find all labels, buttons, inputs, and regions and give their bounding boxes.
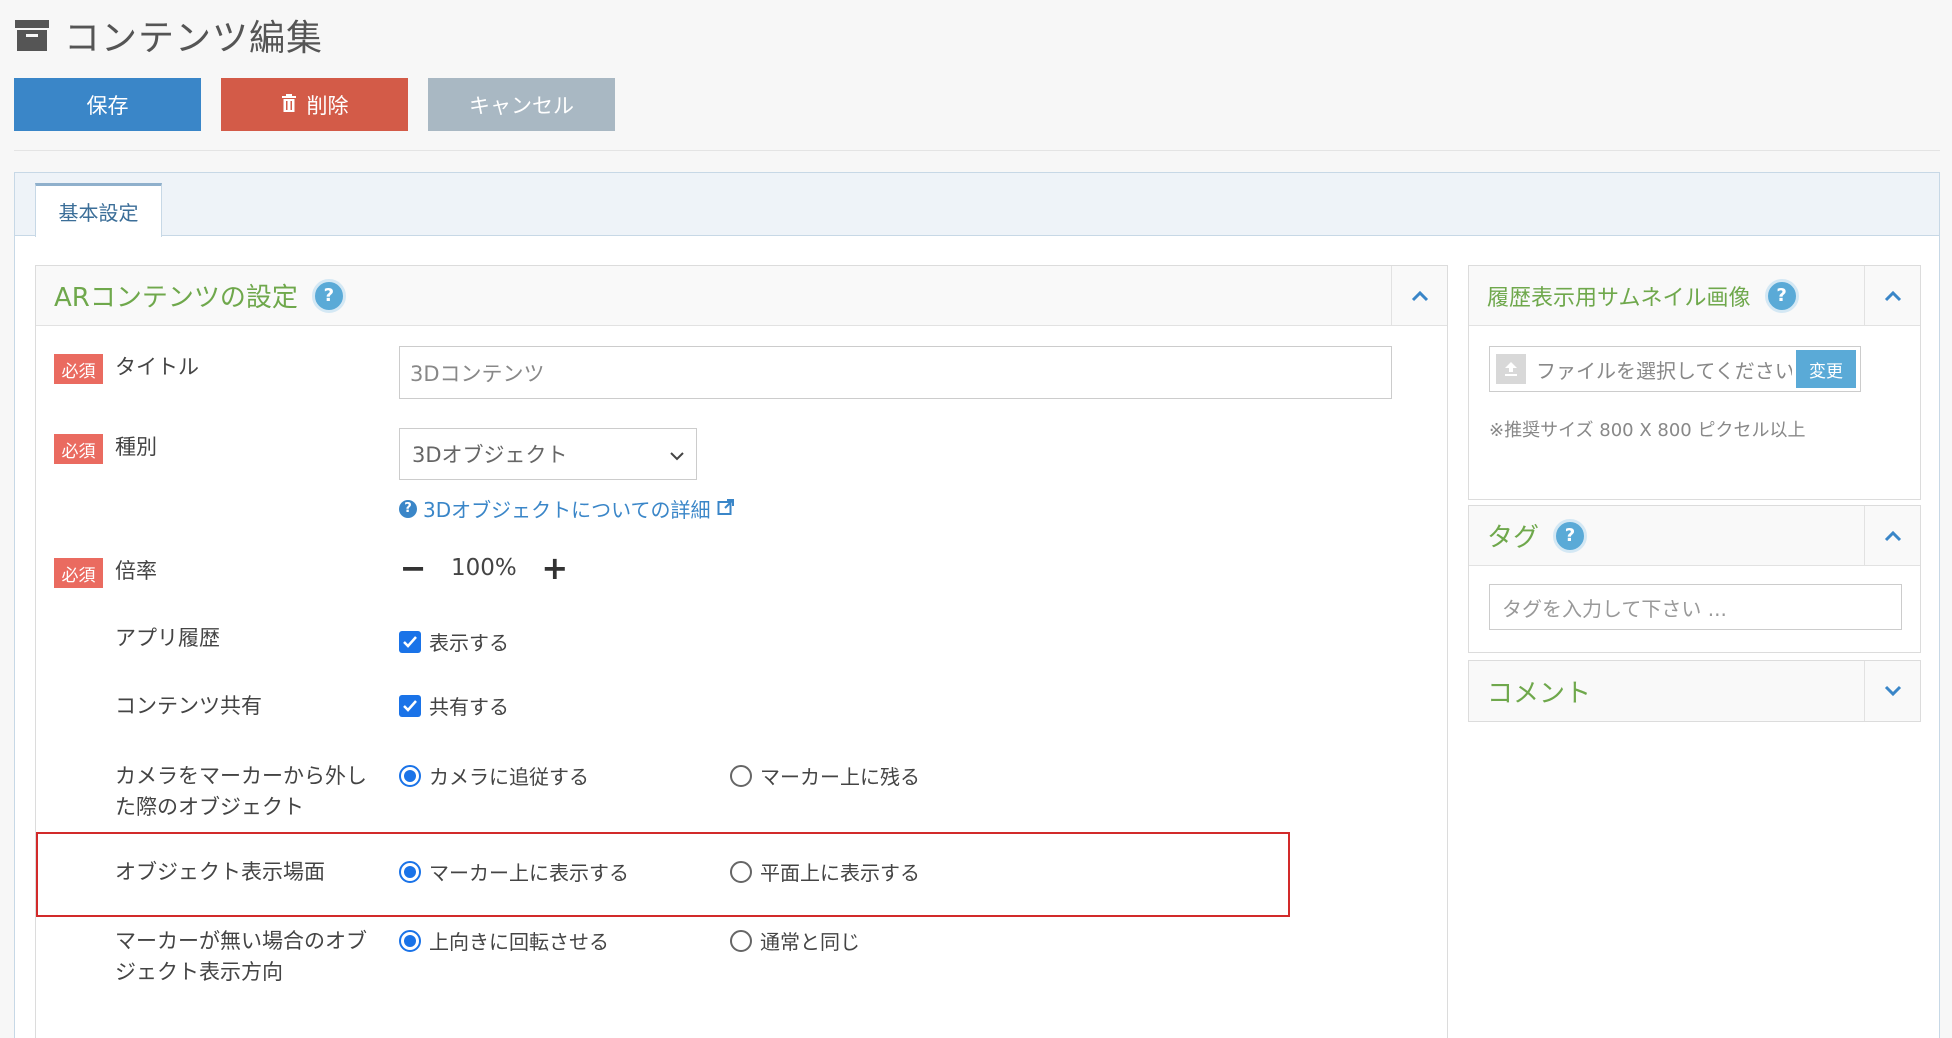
highlight-box bbox=[36, 832, 1290, 917]
tab-strip: 基本設定 bbox=[15, 173, 1939, 237]
tags-panel: タグ ? タグを入力して下さい ... bbox=[1468, 505, 1921, 653]
comment-panel: コメント bbox=[1468, 660, 1921, 722]
expand-button[interactable] bbox=[1864, 661, 1920, 721]
type-select-value: 3Dオブジェクト bbox=[412, 443, 568, 467]
archive-icon bbox=[14, 18, 50, 52]
tab-label: 基本設定 bbox=[58, 201, 139, 225]
type-detail-link[interactable]: ? 3Dオブジェクトについての詳細 bbox=[399, 494, 735, 523]
collapse-button[interactable] bbox=[1391, 266, 1447, 326]
scale-stepper: − 100% + bbox=[399, 552, 569, 584]
app-history-label: アプリ履歴 bbox=[115, 626, 220, 650]
content-share-checkbox-wrap[interactable]: 共有する bbox=[399, 691, 509, 720]
thumbnail-header: 履歴表示用サムネイル画像 ? bbox=[1469, 266, 1920, 326]
scale-label: 倍率 bbox=[115, 559, 157, 583]
tags-header: タグ ? bbox=[1469, 506, 1920, 566]
type-detail-link-text: 3Dオブジェクトについての詳細 bbox=[423, 498, 711, 522]
radio-option[interactable]: マーカー上に残る bbox=[730, 761, 1061, 790]
camera-release-radio-group: カメラに追従する マーカー上に残る bbox=[399, 761, 1061, 790]
content-share-checkbox[interactable] bbox=[399, 694, 421, 717]
chevron-down-icon bbox=[1884, 682, 1902, 701]
chevron-up-icon bbox=[1884, 527, 1902, 546]
required-badge: 必須 bbox=[54, 558, 103, 588]
content-share-label: コンテンツ共有 bbox=[115, 694, 262, 718]
page-title: コンテンツ編集 bbox=[64, 18, 324, 59]
help-icon[interactable]: ? bbox=[311, 278, 346, 313]
scale-value: 100% bbox=[451, 555, 517, 581]
page-header: コンテンツ編集 bbox=[14, 10, 323, 60]
tab-basic-settings[interactable]: 基本設定 bbox=[35, 183, 162, 237]
help-icon[interactable]: ? bbox=[1553, 518, 1588, 553]
radio-button[interactable] bbox=[730, 764, 752, 787]
upload-icon bbox=[1496, 354, 1526, 384]
toolbar: 保存 削除 キャンセル bbox=[14, 78, 615, 131]
trash-icon bbox=[281, 93, 297, 117]
radio-option-label: 通常と同じ bbox=[760, 930, 860, 954]
ar-settings-title: ARコンテンツの設定 bbox=[54, 283, 298, 313]
cancel-button[interactable]: キャンセル bbox=[428, 78, 615, 131]
radio-option[interactable]: カメラに追従する bbox=[399, 761, 730, 790]
camera-release-label: カメラをマーカーから外した際のオブジェクト bbox=[115, 764, 367, 819]
app-history-checkbox-wrap[interactable]: 表示する bbox=[399, 627, 509, 656]
title-input[interactable]: 3Dコンテンツ bbox=[399, 346, 1392, 399]
cancel-button-label: キャンセル bbox=[469, 93, 574, 118]
file-placeholder: ファイルを選択してください bbox=[1536, 358, 1792, 383]
tag-input[interactable]: タグを入力して下さい ... bbox=[1489, 584, 1902, 630]
save-button-label: 保存 bbox=[86, 93, 129, 118]
radio-option-label: 上向きに回転させる bbox=[429, 930, 609, 954]
delete-button[interactable]: 削除 bbox=[221, 78, 408, 131]
radio-button[interactable] bbox=[399, 929, 421, 952]
comment-title: コメント bbox=[1487, 678, 1592, 709]
collapse-button[interactable] bbox=[1864, 266, 1920, 326]
no-marker-direction-label: マーカーが無い場合のオブジェクト表示方向 bbox=[115, 929, 367, 984]
chevron-up-icon bbox=[1884, 287, 1902, 306]
chevron-up-icon bbox=[1411, 287, 1429, 306]
ar-settings-header: ARコンテンツの設定 ? bbox=[36, 266, 1447, 326]
help-icon[interactable]: ? bbox=[1764, 278, 1799, 313]
size-hint: ※推奨サイズ 800 X 800 ピクセル以上 bbox=[1489, 420, 1806, 441]
radio-option[interactable]: 通常と同じ bbox=[730, 926, 1061, 955]
radio-button[interactable] bbox=[399, 764, 421, 787]
save-button[interactable]: 保存 bbox=[14, 78, 201, 131]
app-history-option: 表示する bbox=[429, 631, 509, 655]
type-select[interactable]: 3Dオブジェクト bbox=[399, 428, 697, 480]
radio-option-label: マーカー上に残る bbox=[760, 765, 920, 789]
thumbnail-panel: 履歴表示用サムネイル画像 ? ファイルを選択してください 変更 ※推奨サイズ 8… bbox=[1468, 265, 1921, 500]
radio-option-label: カメラに追従する bbox=[429, 765, 589, 789]
required-badge: 必須 bbox=[54, 434, 103, 464]
content-share-option: 共有する bbox=[429, 695, 509, 719]
collapse-button[interactable] bbox=[1864, 506, 1920, 566]
chevron-down-icon bbox=[670, 442, 684, 466]
tags-title: タグ bbox=[1487, 523, 1540, 553]
type-label: 種別 bbox=[115, 435, 157, 459]
plus-button[interactable]: + bbox=[541, 552, 569, 584]
change-button[interactable]: 変更 bbox=[1796, 350, 1856, 388]
radio-option[interactable]: 上向きに回転させる bbox=[399, 926, 730, 955]
title-label: タイトル bbox=[115, 355, 199, 379]
ar-settings-panel: ARコンテンツの設定 ? 必須 タイトル 3Dコンテンツ 必須 種別 3Dオブジ… bbox=[35, 265, 1448, 1038]
thumbnail-title: 履歴表示用サムネイル画像 bbox=[1487, 285, 1751, 311]
required-badge: 必須 bbox=[54, 354, 103, 384]
app-history-checkbox[interactable] bbox=[399, 630, 421, 653]
question-circle-icon: ? bbox=[399, 499, 417, 518]
delete-button-label: 削除 bbox=[306, 93, 349, 118]
minus-button[interactable]: − bbox=[399, 552, 427, 584]
radio-button[interactable] bbox=[730, 929, 752, 952]
toolbar-divider bbox=[14, 150, 1940, 151]
no-marker-direction-radio-group: 上向きに回転させる 通常と同じ bbox=[399, 926, 1061, 955]
file-picker[interactable]: ファイルを選択してください 変更 bbox=[1489, 346, 1861, 392]
external-link-icon bbox=[717, 497, 735, 521]
comment-header: コメント bbox=[1469, 661, 1920, 721]
